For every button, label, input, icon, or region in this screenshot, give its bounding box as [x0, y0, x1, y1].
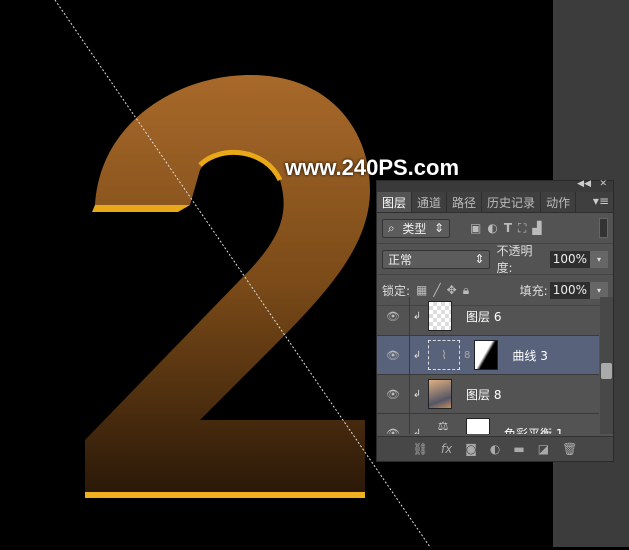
blend-mode-select[interactable]: 正常 ⇕ — [382, 249, 491, 269]
panel-footer: ⛓ fx ◙ ◐ ▬ ◪ 🗑︎ — [377, 436, 613, 461]
close-icon[interactable]: ✕ — [599, 179, 607, 189]
lock-transparency-icon[interactable]: ▦ — [416, 283, 427, 297]
new-adjustment-icon[interactable]: ◐ — [490, 442, 500, 456]
filter-row: ⌕ 类型 ⇕ ▣ ◐ T ⛶ ▟ — [377, 213, 613, 244]
mask-thumbnail — [466, 418, 490, 434]
lock-position-icon[interactable]: ✥ — [447, 283, 457, 297]
layer-name: 色彩平衡 1 — [504, 426, 564, 435]
clip-arrow-icon: ↲ — [412, 427, 422, 435]
lock-paint-icon[interactable]: ╱ — [433, 283, 440, 297]
search-icon: ⌕ — [388, 220, 395, 235]
adjustment-filter-icon[interactable]: ◐ — [487, 221, 497, 235]
clip-arrow-icon: ↲ — [412, 310, 422, 322]
scrollbar-thumb[interactable] — [601, 363, 612, 379]
tab-actions[interactable]: 动作 — [541, 192, 577, 212]
smart-object-filter-icon[interactable]: ▟ — [532, 221, 541, 235]
layer-row[interactable]: 👁︎ ↲ 图层 8 — [377, 375, 599, 414]
panel-header: ◀◀ ✕ — [377, 179, 613, 192]
tab-paths[interactable]: 路径 — [447, 192, 483, 212]
fill-input[interactable]: 100% — [549, 281, 590, 299]
layers-panel: ◀◀ ✕ 图层 通道 路径 历史记录 动作 ▾≡ ⌕ 类型 ⇕ ▣ ◐ T ⛶ ▟ 正… — [376, 179, 614, 462]
visibility-eye-icon[interactable]: 👁︎ — [377, 297, 410, 335]
layer-name: 图层 8 — [466, 387, 502, 402]
type-filter-icon[interactable]: T — [504, 221, 512, 235]
color-balance-icon: ⚖ — [437, 419, 449, 433]
delete-layer-icon[interactable]: 🗑︎ — [562, 442, 577, 456]
filter-toggle[interactable] — [599, 218, 608, 238]
layer-name: 图层 6 — [466, 309, 502, 324]
layer-thumbnail — [428, 379, 452, 409]
clip-arrow-icon: ↲ — [412, 388, 422, 400]
visibility-eye-icon[interactable]: 👁︎ — [377, 375, 410, 413]
lock-label: 锁定: — [382, 283, 411, 298]
layer-row[interactable]: 👁︎ ↲ ⚖ 色彩平衡 1 — [377, 414, 599, 434]
layer-thumbnail — [428, 301, 452, 331]
mask-thumbnail — [474, 340, 499, 370]
opacity-input[interactable]: 100% — [549, 250, 590, 268]
tab-history[interactable]: 历史记录 — [482, 192, 542, 212]
layer-row[interactable]: 👁︎ ↲ 图层 6 — [377, 297, 599, 336]
layers-list: 👁︎ ↲ 图层 6 👁︎ ↲ ⌇ 8 曲线 3 👁︎ ↲ 图层 8 👁︎ ↲ ⚖ 色彩平衡 1 — [377, 297, 599, 434]
layers-scrollbar[interactable] — [600, 297, 613, 434]
link-layers-icon[interactable]: ⛓ — [413, 442, 428, 456]
panel-tabs: 图层 通道 路径 历史记录 动作 ▾≡ — [377, 192, 613, 213]
blend-row: 正常 ⇕ 不透明度: 100% ▾ — [377, 244, 613, 275]
link-icon: 8 — [464, 349, 471, 361]
panel-menu-icon[interactable]: ▾≡ — [589, 192, 613, 212]
tab-layers[interactable]: 图层 — [377, 192, 413, 212]
fill-label: 填充: — [519, 283, 548, 298]
fx-icon[interactable]: fx — [441, 442, 452, 456]
lock-all-icon[interactable]: 🔒︎ — [463, 283, 469, 298]
pixel-filter-icon[interactable]: ▣ — [470, 221, 481, 235]
layer-name: 曲线 3 — [512, 348, 548, 363]
layer-row[interactable]: 👁︎ ↲ ⌇ 8 曲线 3 — [377, 336, 599, 375]
watermark-text: www.240PS.com — [285, 155, 460, 180]
opacity-label: 不透明度: — [496, 244, 533, 275]
filter-type-select[interactable]: ⌕ 类型 ⇕ — [382, 218, 450, 238]
opacity-dropdown[interactable]: ▾ — [590, 250, 608, 268]
new-group-icon[interactable]: ▬ — [513, 442, 524, 456]
shape-filter-icon[interactable]: ⛶ — [518, 221, 526, 236]
visibility-eye-icon[interactable]: 👁︎ — [377, 336, 410, 374]
collapse-icon[interactable]: ◀◀ — [577, 179, 591, 189]
visibility-eye-icon[interactable]: 👁︎ — [377, 414, 410, 434]
filter-type-label: 类型 — [402, 221, 427, 236]
fill-dropdown[interactable]: ▾ — [590, 281, 608, 299]
blend-mode-value: 正常 — [388, 252, 413, 267]
clip-arrow-icon: ↲ — [412, 349, 422, 361]
new-layer-icon[interactable]: ◪ — [538, 442, 549, 456]
tab-channels[interactable]: 通道 — [412, 192, 448, 212]
add-mask-icon[interactable]: ◙ — [465, 442, 477, 456]
curves-adjustment-icon: ⌇ — [428, 340, 460, 370]
